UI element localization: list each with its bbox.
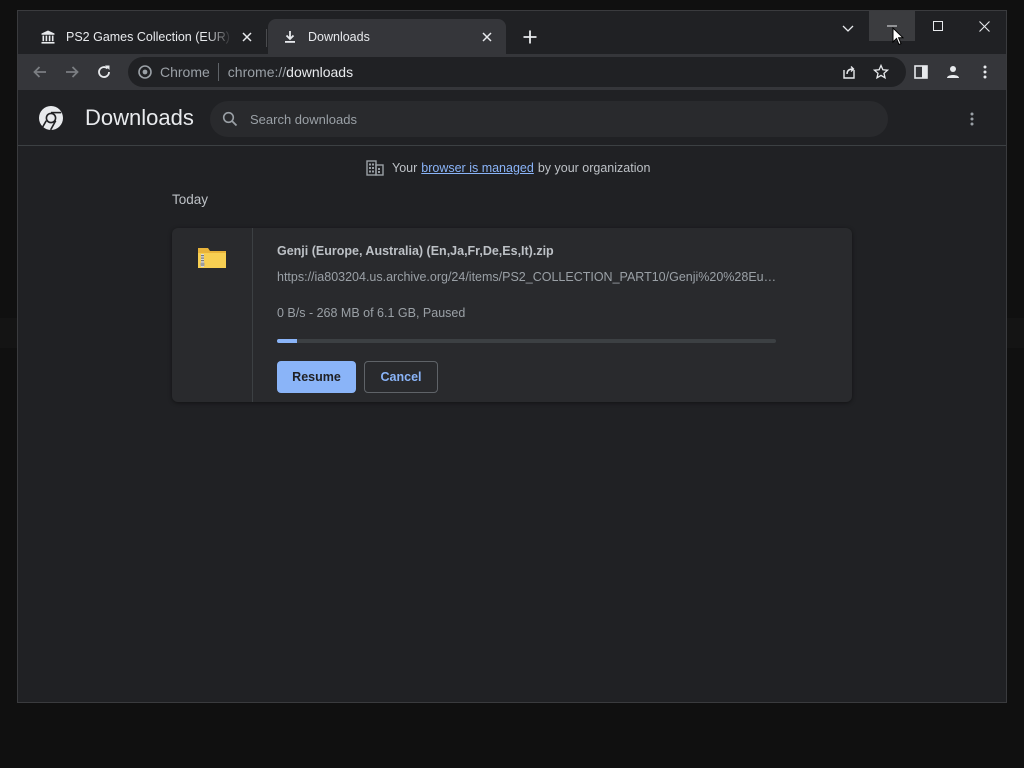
- tab-title: Downloads: [308, 30, 370, 44]
- forward-button[interactable]: [60, 60, 84, 84]
- bookmark-button[interactable]: [869, 60, 893, 84]
- site-info-chip[interactable]: Chrome: [138, 63, 219, 81]
- chrome-logo-icon: [38, 105, 64, 136]
- side-panel-icon: [914, 65, 928, 79]
- back-button[interactable]: [28, 60, 52, 84]
- tab-search-button[interactable]: [836, 17, 860, 41]
- download-item: Genji (Europe, Australia) (En,Ja,Fr,De,E…: [172, 228, 852, 402]
- download-source-url[interactable]: https://ia803204.us.archive.org/24/items…: [277, 270, 777, 284]
- search-downloads-box[interactable]: [210, 101, 888, 137]
- browser-managed-link[interactable]: browser is managed: [421, 161, 534, 175]
- close-tab-icon[interactable]: [478, 28, 496, 46]
- tab-title: PS2 Games Collection (EUR) - Part 10: [66, 30, 232, 44]
- download-icon: [282, 29, 298, 45]
- address-bar[interactable]: Chrome chrome://downloads: [128, 57, 906, 87]
- reload-button[interactable]: [92, 60, 116, 84]
- file-icon-column: [172, 228, 253, 402]
- managed-notice: Your browser is managed by your organiza…: [366, 160, 650, 176]
- browser-toolbar: Chrome chrome://downloads: [18, 54, 1006, 90]
- close-tab-icon[interactable]: [238, 28, 256, 46]
- tab-downloads[interactable]: Downloads: [268, 19, 506, 55]
- chevron-down-icon: [842, 25, 854, 32]
- share-button[interactable]: [837, 60, 861, 84]
- arrow-left-icon: [33, 66, 46, 78]
- url-text: chrome://downloads: [227, 64, 354, 80]
- mouse-cursor-icon: [892, 26, 905, 51]
- close-window-button[interactable]: [961, 11, 1006, 41]
- kebab-menu-icon: [970, 112, 974, 126]
- museum-icon: [40, 29, 56, 45]
- download-filename[interactable]: Genji (Europe, Australia) (En,Ja,Fr,De,E…: [277, 244, 554, 258]
- search-icon: [222, 111, 238, 127]
- page-title: Downloads: [85, 105, 194, 130]
- tab-strip: PS2 Games Collection (EUR) - Part 10 Dow…: [18, 11, 1006, 55]
- new-tab-button[interactable]: [518, 25, 542, 49]
- chrome-menu-button[interactable]: [973, 60, 997, 84]
- download-progress-fill: [277, 339, 297, 343]
- chrome-icon: [138, 65, 152, 79]
- managed-suffix: by your organization: [537, 161, 651, 175]
- profile-icon: [947, 66, 959, 78]
- zip-folder-icon: [197, 245, 227, 274]
- close-icon: [978, 20, 990, 32]
- site-chip-label: Chrome: [160, 64, 210, 80]
- building-icon: [366, 160, 384, 176]
- maximize-icon: [933, 21, 943, 31]
- side-panel-button[interactable]: [909, 60, 933, 84]
- plus-icon: [523, 30, 537, 44]
- downloads-page: Downloads Your browser is managed by you…: [18, 90, 1006, 702]
- maximize-button[interactable]: [915, 11, 961, 41]
- kebab-menu-icon: [983, 65, 987, 79]
- search-input[interactable]: [250, 111, 850, 127]
- star-icon: [873, 64, 889, 80]
- browser-window: PS2 Games Collection (EUR) - Part 10 Dow…: [17, 10, 1007, 703]
- downloads-menu-button[interactable]: [960, 107, 984, 131]
- date-section-header: Today: [172, 192, 209, 207]
- arrow-right-icon: [66, 66, 79, 78]
- downloads-header: Downloads: [18, 90, 1006, 146]
- reload-icon: [98, 65, 110, 78]
- resume-button[interactable]: Resume: [277, 361, 356, 393]
- tab-ps2-games-collection[interactable]: PS2 Games Collection (EUR) - Part 10: [26, 19, 266, 55]
- tab-separator: [266, 29, 267, 47]
- download-status: 0 B/s - 268 MB of 6.1 GB, Paused: [277, 306, 466, 320]
- managed-prefix: Your: [392, 161, 418, 175]
- cancel-button[interactable]: Cancel: [364, 361, 438, 393]
- profile-button[interactable]: [941, 60, 965, 84]
- download-progress-bar: [277, 339, 776, 343]
- share-icon: [843, 66, 855, 79]
